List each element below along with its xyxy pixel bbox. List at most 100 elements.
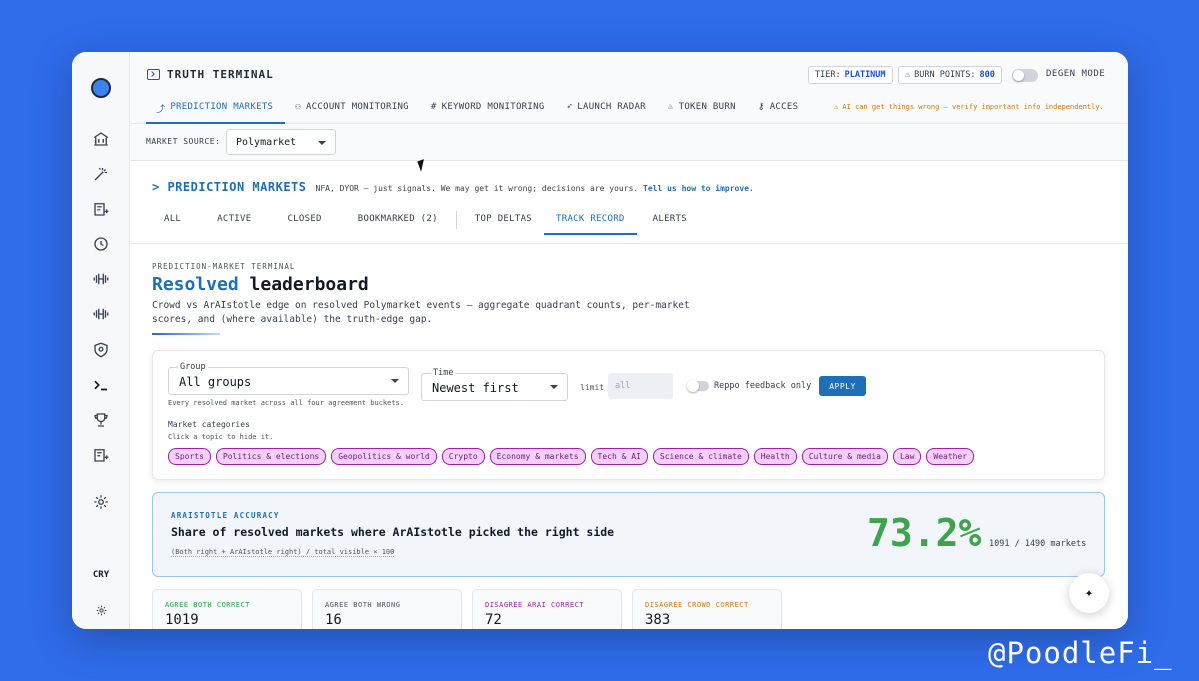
subtab-all[interactable]: ALL xyxy=(152,209,193,235)
sidebar: CRY xyxy=(72,52,130,629)
bank-icon[interactable] xyxy=(91,129,111,149)
subtab-divider xyxy=(455,211,457,229)
section-note: NFA, DYOR — just signals. We may get it … xyxy=(315,184,754,193)
reppo-feedback-toggle[interactable] xyxy=(687,380,709,392)
market-source-label: MARKET SOURCE: xyxy=(146,137,221,146)
stat-disagree-crowd-correct: DISAGREE CROWD CORRECT 383 xyxy=(632,589,782,629)
brand: TRUTH TERMINAL xyxy=(147,68,274,81)
account-icon: ⚇ xyxy=(295,102,301,112)
subtabs: ALL ACTIVE CLOSED BOOKMARKED (2) TOP DEL… xyxy=(152,209,699,235)
small-gear-icon[interactable] xyxy=(91,600,111,620)
group-help: Every resolved market across all four ag… xyxy=(168,399,405,407)
chip-tech-ai[interactable]: Tech & AI xyxy=(590,448,648,465)
dumbbell-alt-icon[interactable] xyxy=(91,304,111,324)
accuracy-eyebrow: ARAISTOTLE ACCURACY xyxy=(171,511,280,520)
app-title: TRUTH TERMINAL xyxy=(167,68,274,81)
shield-icon[interactable] xyxy=(91,340,111,360)
main-panel: TRUTH TERMINAL TIER: PLATINUM ♨ BURN POI… xyxy=(130,52,1128,629)
app-logo-icon[interactable] xyxy=(91,78,111,98)
chip-politics[interactable]: Politics & elections xyxy=(215,448,327,465)
terminal-window-icon xyxy=(147,69,160,80)
rocket-icon: ➶ xyxy=(566,102,573,112)
trophy-icon[interactable] xyxy=(91,410,111,430)
watermark: @PoodleFi_ xyxy=(988,636,1173,670)
flame-icon: ♨ xyxy=(905,70,911,80)
burn-points-pill: ♨ BURN POINTS: 800 xyxy=(898,66,1002,84)
settings-gear-icon[interactable] xyxy=(91,492,111,512)
accuracy-markets: 1091 / 1490 markets xyxy=(989,539,1087,549)
stat-agree-both-wrong: AGREE BOTH WRONG 16 xyxy=(312,589,462,629)
limit-input[interactable]: all xyxy=(608,373,673,399)
chip-culture[interactable]: Culture & media xyxy=(801,448,888,465)
filters-panel: Group All groups Every resolved market a… xyxy=(152,350,1105,480)
board-eyebrow: PREDICTION-MARKET TERMINAL xyxy=(152,262,296,271)
board-description: Crowd vs ArAIstotle edge on resolved Pol… xyxy=(152,300,690,325)
terminal-icon[interactable] xyxy=(91,375,111,395)
subtab-track-record[interactable]: TRACK RECORD xyxy=(544,209,637,235)
section-header: > PREDICTION MARKETS NFA, DYOR — just si… xyxy=(152,180,754,194)
stat-agree-both-correct: AGREE BOTH CORRECT 1019 xyxy=(152,589,302,629)
hash-icon: # xyxy=(430,102,437,112)
dumbbell-icon[interactable] xyxy=(91,269,111,289)
user-badge[interactable]: CRY xyxy=(86,570,116,580)
trend-icon: ⤴ xyxy=(156,105,166,115)
apply-button[interactable]: APPLY xyxy=(819,376,866,396)
market-source-bar: MARKET SOURCE: Polymarket xyxy=(130,125,1128,161)
time-select[interactable]: Time Newest first xyxy=(421,368,568,401)
categories-title: Market categories xyxy=(168,420,250,429)
chevron-down-icon xyxy=(550,385,558,389)
subtab-active[interactable]: ACTIVE xyxy=(205,209,263,235)
accuracy-card: ARAISTOTLE ACCURACY Share of resolved ma… xyxy=(152,492,1105,577)
notes-add-icon[interactable] xyxy=(91,445,111,465)
accuracy-formula: (Both right + ArAIstotle right) / total … xyxy=(171,548,395,557)
improve-link[interactable]: Tell us how to improve. xyxy=(643,184,754,193)
chevron-down-icon xyxy=(318,141,326,145)
title-underline xyxy=(152,333,220,335)
ai-assistant-button[interactable]: ✦ xyxy=(1069,573,1109,613)
tab-account-monitoring[interactable]: ⚇ ACCOUNT MONITORING xyxy=(285,96,421,124)
chip-science[interactable]: Science & climate xyxy=(652,448,749,465)
accuracy-value: 73.2% xyxy=(867,511,982,555)
categories-help: Click a topic to hide it. xyxy=(168,433,274,441)
list-add-icon[interactable] xyxy=(91,199,111,219)
tab-access[interactable]: ⚷ ACCES xyxy=(748,96,811,124)
tier-pill: TIER: PLATINUM xyxy=(808,66,893,84)
degen-mode-toggle[interactable] xyxy=(1012,69,1038,82)
main-nav: ⤴ PREDICTION MARKETS ⚇ ACCOUNT MONITORIN… xyxy=(146,96,810,124)
category-chips: Sports Politics & elections Geopolitics … xyxy=(168,448,975,465)
subtab-closed[interactable]: CLOSED xyxy=(275,209,333,235)
tab-prediction-markets[interactable]: ⤴ PREDICTION MARKETS xyxy=(146,96,286,124)
chip-crypto[interactable]: Crypto xyxy=(441,448,485,465)
flame-icon: ♨ xyxy=(667,102,674,112)
ai-warning: ⚠ AI can get things wrong — verify impor… xyxy=(834,103,1104,111)
chip-weather[interactable]: Weather xyxy=(926,448,975,465)
top-bar: TRUTH TERMINAL TIER: PLATINUM ♨ BURN POI… xyxy=(130,52,1128,124)
quadrant-stats: AGREE BOTH CORRECT 1019 AGREE BOTH WRONG… xyxy=(152,589,782,629)
subtab-alerts[interactable]: ALERTS xyxy=(641,209,699,235)
chip-law[interactable]: Law xyxy=(892,448,922,465)
subtab-bookmarked[interactable]: BOOKMARKED (2) xyxy=(346,209,450,235)
tab-token-burn[interactable]: ♨ TOKEN BURN xyxy=(658,96,748,124)
accuracy-title: Share of resolved markets where ArAIstot… xyxy=(171,525,615,539)
stat-disagree-arai-correct: DISAGREE ARAI CORRECT 72 xyxy=(472,589,622,629)
market-source-select[interactable]: Polymarket xyxy=(226,129,336,155)
section-title: > PREDICTION MARKETS xyxy=(152,180,307,194)
tab-launch-radar[interactable]: ➶ LAUNCH RADAR xyxy=(557,96,658,124)
chip-health[interactable]: Health xyxy=(753,448,797,465)
chip-geopolitics[interactable]: Geopolitics & world xyxy=(331,448,437,465)
degen-mode-label: DEGEN MODE xyxy=(1046,69,1106,79)
board-title: Resolved leaderboard xyxy=(152,274,369,295)
sparkle-icon: ✦ xyxy=(1084,585,1094,601)
group-select[interactable]: Group All groups xyxy=(168,362,409,395)
key-icon: ⚷ xyxy=(757,102,765,112)
app-window: CRY TRUTH TERMINAL TIER: PLATINUM ♨ BURN… xyxy=(72,52,1128,629)
chip-sports[interactable]: Sports xyxy=(168,448,211,465)
clock-icon[interactable] xyxy=(91,234,111,254)
subtab-top-deltas[interactable]: TOP DELTAS xyxy=(463,209,544,235)
reppo-feedback-label: Reppo feedback only xyxy=(714,381,812,391)
chevron-down-icon xyxy=(391,379,399,383)
tab-keyword-monitoring[interactable]: # KEYWORD MONITORING xyxy=(421,96,557,124)
magic-wand-icon[interactable] xyxy=(91,164,111,184)
limit-label: limit xyxy=(580,383,605,392)
chip-economy[interactable]: Economy & markets xyxy=(489,448,586,465)
